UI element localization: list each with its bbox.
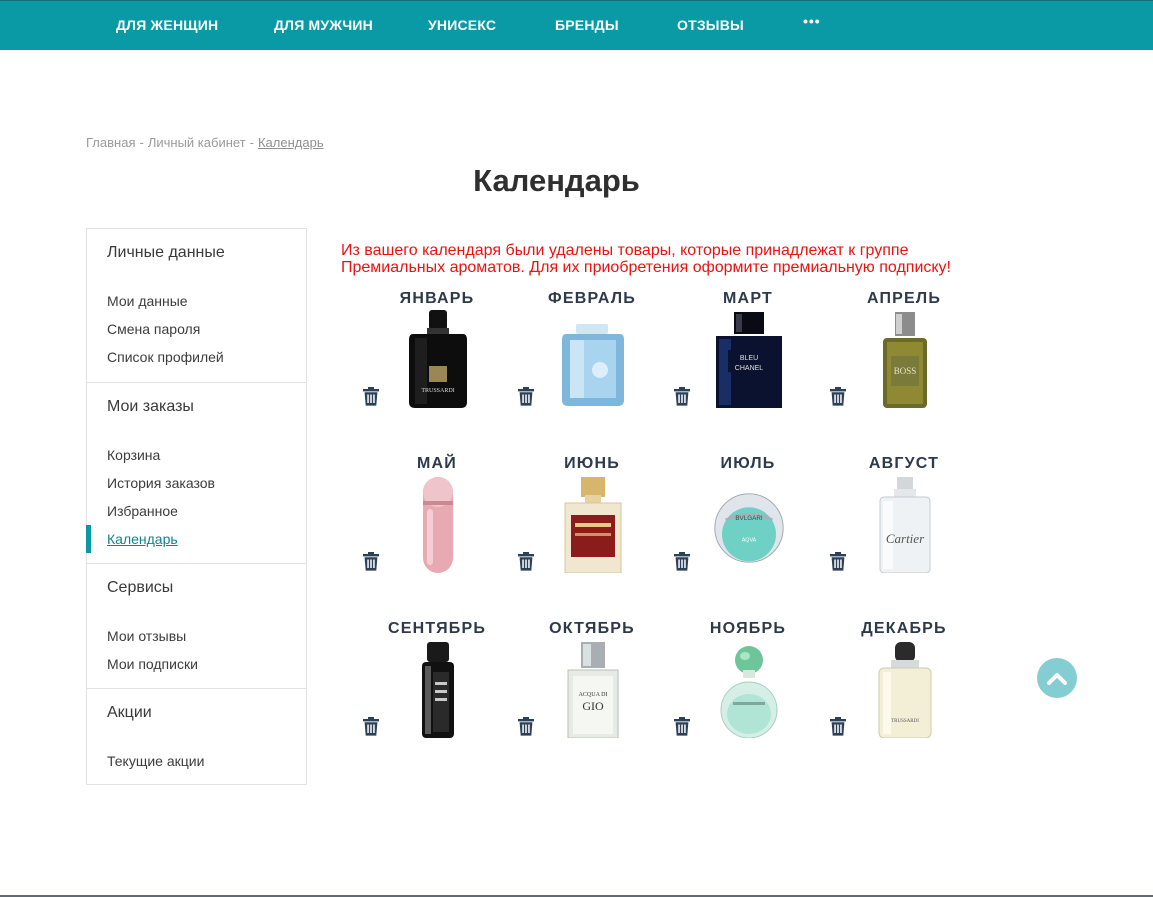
bottle-label: Cartier xyxy=(886,531,925,546)
active-indicator xyxy=(86,525,91,553)
sidebar-item-cart[interactable]: Корзина xyxy=(107,447,160,463)
bvlgari-aqva-bottle[interactable]: BVLGARI AQVA xyxy=(713,475,785,573)
trussardi-black-bottle[interactable]: TRUSSARDI xyxy=(402,310,474,408)
trussardi-white-bottle[interactable]: TRUSSARDI xyxy=(869,640,941,738)
bottle-label: AQVA xyxy=(742,538,757,544)
scroll-top-button[interactable] xyxy=(1037,658,1077,698)
month-name: ДЕКАБРЬ xyxy=(861,620,947,637)
sidebar-group-services: Сервисы Мои отзывы Мои подписки xyxy=(87,563,306,688)
trash-icon[interactable] xyxy=(363,387,379,406)
breadcrumb-current[interactable]: Календарь xyxy=(258,135,324,150)
nav-reviews[interactable]: ОТЗЫВЫ xyxy=(677,17,744,33)
sidebar-item-order-history[interactable]: История заказов xyxy=(107,475,215,491)
month-name: НОЯБРЬ xyxy=(709,620,787,637)
trash-icon[interactable] xyxy=(518,387,534,406)
calendar-month-card: СЕНТЯБРЬ xyxy=(359,620,515,780)
bottle-label: ACQUA DI xyxy=(579,692,608,698)
page-title: Календарь xyxy=(473,163,640,198)
calendar-month-card: МАРТ BLEU CHANEL xyxy=(670,290,826,450)
month-name: ИЮЛЬ xyxy=(720,455,776,472)
sidebar-item-current-promos[interactable]: Текущие акции xyxy=(107,753,204,769)
calendar-month-card: МАЙ xyxy=(359,455,515,615)
month-name: ОКТЯБРЬ xyxy=(549,620,635,637)
breadcrumb-separator: - xyxy=(249,135,254,150)
sidebar-heading-orders: Мои заказы xyxy=(107,398,194,415)
bottle-label: TRUSSARDI xyxy=(421,388,454,394)
sidebar-item-my-subscriptions[interactable]: Мои подписки xyxy=(107,656,198,672)
sidebar-group-personal: Личные данные Мои данные Смена пароля Сп… xyxy=(87,229,306,382)
bottle-label: CHANEL xyxy=(735,365,764,372)
trash-icon[interactable] xyxy=(363,717,379,736)
breadcrumb-separator: - xyxy=(139,135,144,150)
bottle-label: BLEU xyxy=(740,355,758,362)
trash-icon[interactable] xyxy=(830,717,846,736)
sidebar-item-calendar[interactable]: Календарь xyxy=(107,531,178,547)
pink-capsule-bottle[interactable] xyxy=(402,475,474,573)
blue-flat-bottle[interactable] xyxy=(557,310,629,408)
month-name: ЯНВАРЬ xyxy=(399,290,475,307)
month-name: МАЙ xyxy=(417,455,457,472)
premium-notice: Из вашего календаря были удалены товары,… xyxy=(341,242,951,276)
sidebar-heading-services: Сервисы xyxy=(107,579,174,596)
calendar-month-card: ОКТЯБРЬ ACQUA DI GIO xyxy=(514,620,670,780)
bottle-label: BVLGARI xyxy=(735,515,763,522)
trash-icon[interactable] xyxy=(674,717,690,736)
sidebar-item-profiles[interactable]: Список профилей xyxy=(107,349,224,365)
trash-icon[interactable] xyxy=(518,717,534,736)
acqua-di-gio-bottle[interactable]: ACQUA DI GIO xyxy=(557,640,629,738)
month-name: АПРЕЛЬ xyxy=(866,290,942,307)
trash-icon[interactable] xyxy=(830,387,846,406)
boss-bottled-bottle[interactable]: BOSS xyxy=(869,310,941,408)
sidebar-heading-promos: Акции xyxy=(107,704,152,721)
calendar-month-card: ДЕКАБРЬ TRUSSARDI xyxy=(826,620,982,780)
month-name: ФЕВРАЛЬ xyxy=(547,290,637,307)
top-navigation: ДЛЯ ЖЕНЩИН ДЛЯ МУЖЧИН УНИСЕКС БРЕНДЫ ОТЗ… xyxy=(0,0,1153,50)
calendar-month-card: ИЮЛЬ BVLGARI AQVA xyxy=(670,455,826,615)
sidebar-group-orders: Мои заказы Корзина История заказов Избра… xyxy=(86,382,306,563)
baccarat-square-bottle[interactable] xyxy=(557,475,629,573)
nav-women[interactable]: ДЛЯ ЖЕНЩИН xyxy=(116,17,218,33)
green-stone-bottle[interactable] xyxy=(713,640,785,738)
breadcrumb-home[interactable]: Главная xyxy=(86,135,135,150)
sidebar-group-promos: Акции Текущие акции xyxy=(87,688,306,784)
month-name: ИЮНЬ xyxy=(564,455,620,472)
trash-icon[interactable] xyxy=(518,552,534,571)
account-sidebar: Личные данные Мои данные Смена пароля Сп… xyxy=(86,228,307,785)
trash-icon[interactable] xyxy=(830,552,846,571)
trash-icon[interactable] xyxy=(674,552,690,571)
nav-men[interactable]: ДЛЯ МУЖЧИН xyxy=(274,17,373,33)
calendar-month-card: ИЮНЬ xyxy=(514,455,670,615)
212-black-bottle[interactable] xyxy=(402,640,474,738)
chevron-up-icon xyxy=(1047,673,1067,685)
more-menu-icon[interactable]: ••• xyxy=(803,13,821,29)
month-name: АВГУСТ xyxy=(868,455,940,472)
breadcrumb-account[interactable]: Личный кабинет xyxy=(148,135,246,150)
calendar-month-card: ЯНВАРЬ TRUSSARDI xyxy=(359,290,515,450)
nav-brands[interactable]: БРЕНДЫ xyxy=(555,17,619,33)
bottle-label: BOSS xyxy=(894,366,917,376)
trash-icon[interactable] xyxy=(674,387,690,406)
trash-icon[interactable] xyxy=(363,552,379,571)
bottle-label: TRUSSARDI xyxy=(891,719,919,724)
sidebar-item-my-reviews[interactable]: Мои отзывы xyxy=(107,628,186,644)
breadcrumb: Главная - Личный кабинет - Календарь xyxy=(86,135,324,150)
sidebar-heading-personal: Личные данные xyxy=(107,244,225,261)
calendar-month-card: НОЯБРЬ xyxy=(670,620,826,780)
month-name: СЕНТЯБРЬ xyxy=(387,620,487,637)
calendar-month-card: ФЕВРАЛЬ xyxy=(514,290,670,450)
bottle-label: GIO xyxy=(582,699,604,713)
nav-unisex[interactable]: УНИСЕКС xyxy=(428,17,496,33)
bleu-de-chanel-bottle[interactable]: BLEU CHANEL xyxy=(713,310,785,408)
calendar-month-card: АПРЕЛЬ BOSS xyxy=(826,290,982,450)
sidebar-item-favorites[interactable]: Избранное xyxy=(107,503,178,519)
sidebar-item-change-password[interactable]: Смена пароля xyxy=(107,321,200,337)
cartier-clear-bottle[interactable]: Cartier xyxy=(869,475,941,573)
calendar-month-card: АВГУСТ Cartier xyxy=(826,455,982,615)
month-name: МАРТ xyxy=(723,290,773,307)
sidebar-item-my-data[interactable]: Мои данные xyxy=(107,293,188,309)
